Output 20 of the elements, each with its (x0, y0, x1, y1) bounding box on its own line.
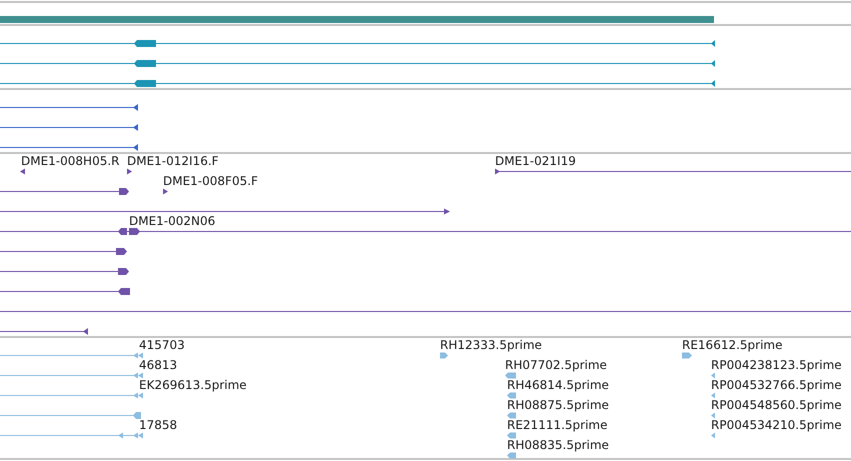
feature-label: RP004534210.5prime (711, 418, 842, 432)
feature-label: DME1-008H05.R (21, 154, 120, 168)
feature-label: DME1-012I16.F (127, 154, 219, 168)
feature-label: RE21111.5prime (507, 418, 608, 432)
feature-label: RH08875.5prime (507, 398, 609, 412)
feature-label: DME1-008F05.F (163, 174, 258, 188)
feature-label: EK269613.5prime (139, 378, 247, 392)
feature-label: DME1-021I19 (495, 154, 576, 168)
feature-label: 415703 (139, 338, 185, 352)
feature-label: RP004548560.5prime (711, 398, 842, 412)
feature-label: RE16612.5prime (682, 338, 782, 352)
feature-label: RH08835.5prime (507, 438, 609, 452)
feature-label: DME1-002N06 (129, 214, 216, 228)
feature-label: RH12333.5prime (440, 338, 542, 352)
feature-label: RH46814.5prime (507, 378, 609, 392)
feature-label: RP004238123.5prime (711, 358, 842, 372)
feature-label: 46813 (139, 358, 178, 372)
feature-label: RP004532766.5prime (711, 378, 842, 392)
feature-label: 17858 (139, 418, 178, 432)
feature-label: RH07702.5prime (505, 358, 607, 372)
